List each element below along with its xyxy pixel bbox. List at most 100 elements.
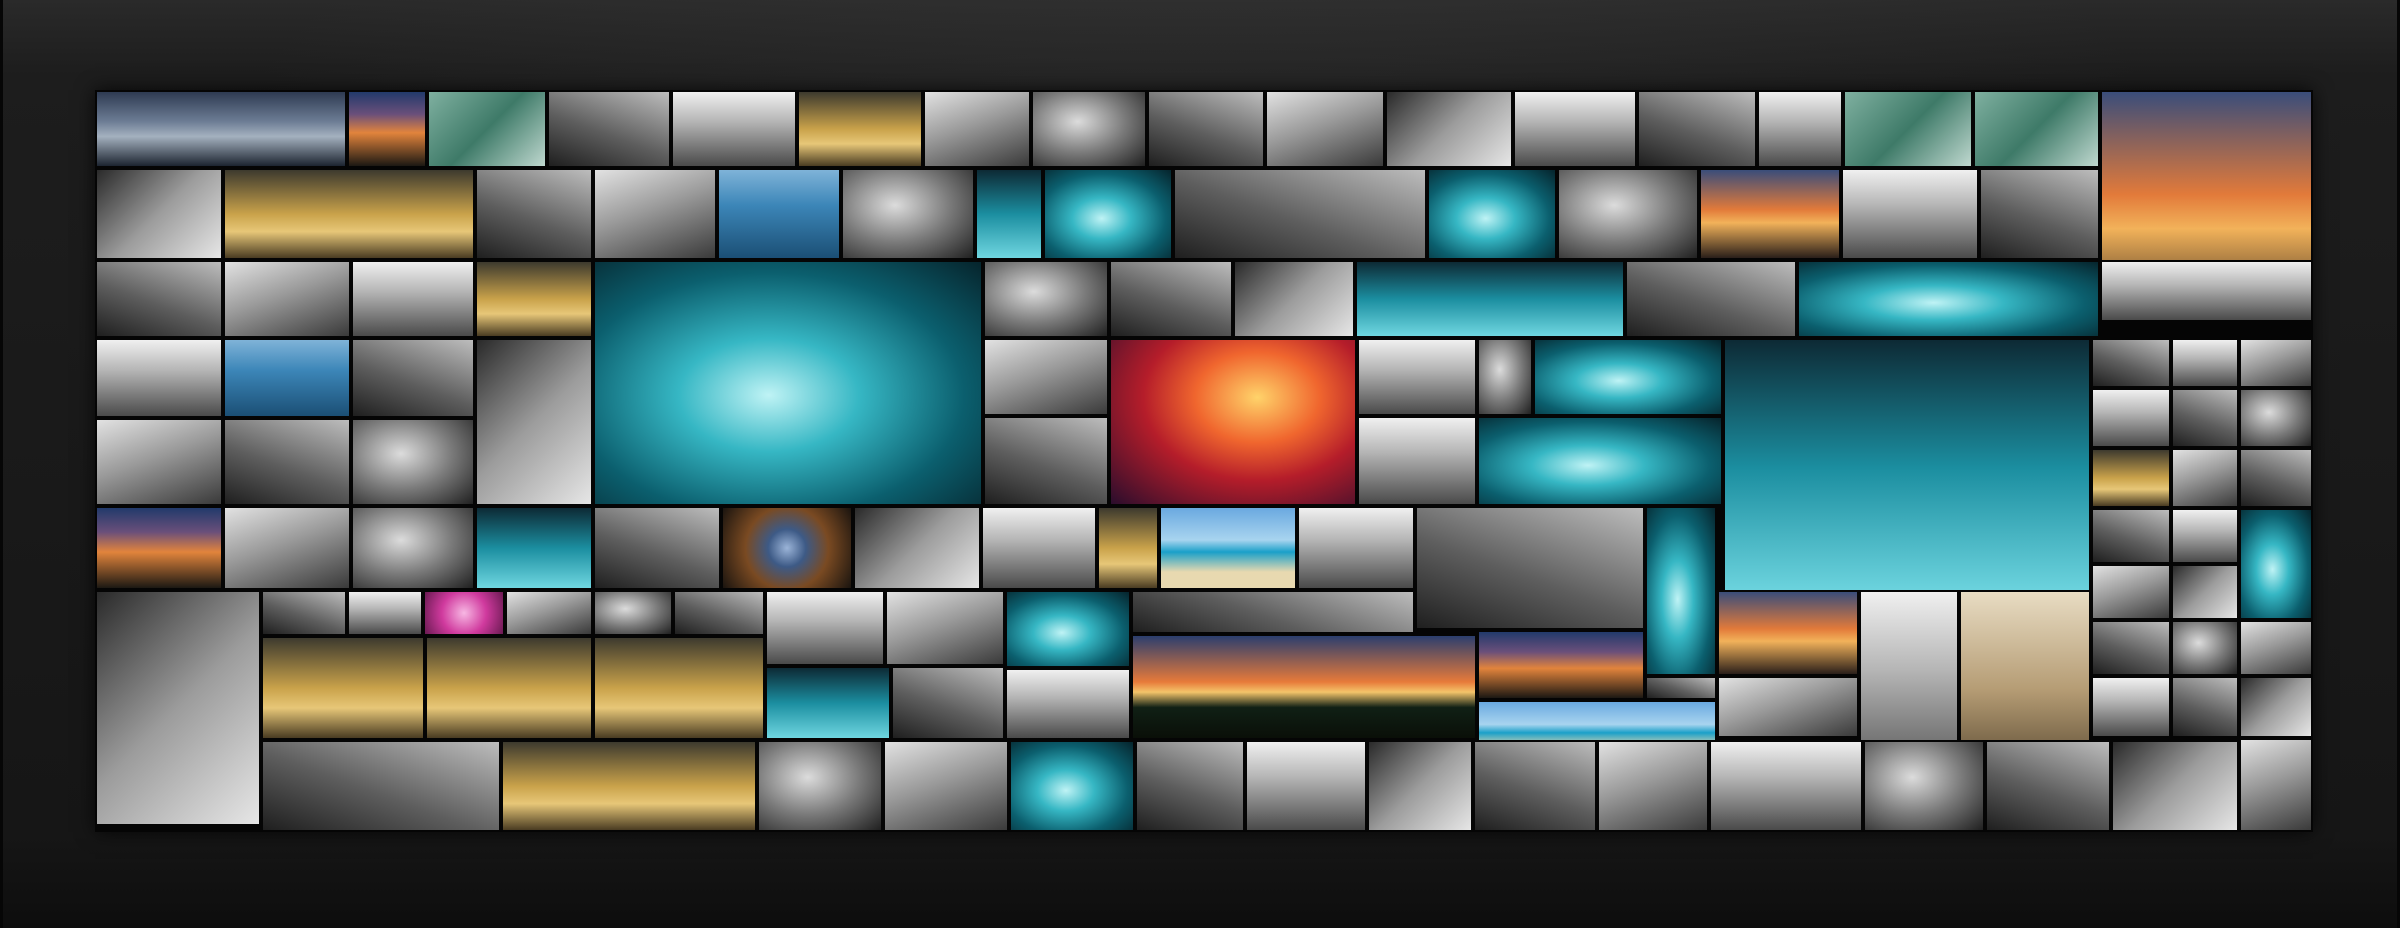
- photo-tile-large-teal-wave: [593, 260, 983, 506]
- photo-tile-bw-right-strip: [2100, 260, 2313, 322]
- photo-tile-bw-storm-wave: [1625, 260, 1797, 338]
- photo-tile-bw-swell: [505, 590, 593, 636]
- photo-tile-bw-small-c: [2239, 338, 2313, 388]
- photo-tile-bw-house: [1147, 90, 1265, 168]
- photo-tile-blue-barrel: [1797, 260, 2100, 338]
- photo-tile-bw-rock-islet: [223, 418, 351, 506]
- photo-tile-bw-barrel-small: [981, 506, 1097, 590]
- photo-tile-gold-wave-c: [593, 636, 765, 740]
- photo-tile-bw-lip: [593, 506, 721, 590]
- photo-tile-bw-small-j: [2171, 508, 2239, 564]
- photo-tile-sepia-curl: [475, 260, 593, 338]
- photo-tile-bw-banyan-arches: [95, 168, 223, 260]
- photo-tile-bw-big-tree: [1637, 90, 1757, 168]
- photo-tile-bw-palm-grove-tall: [95, 590, 261, 826]
- photo-tile-bw-twisted-tree: [95, 260, 223, 338]
- photo-tile-bw-palm-row: [1473, 740, 1597, 832]
- photo-tile-bw-small-p: [2091, 676, 2171, 738]
- photo-tile-bw-pier-mist: [95, 338, 223, 418]
- photo-tile-gold-wave-a: [261, 636, 425, 740]
- photo-tile-bw-small-f: [2239, 388, 2313, 448]
- photo-tile-bw-plant: [1233, 260, 1355, 338]
- photo-tile-teal-roller: [1533, 338, 1723, 416]
- photo-tile-bw-lineup: [1109, 260, 1233, 338]
- photo-tile-blue-shorebreak: [223, 338, 351, 418]
- photo-mosaic: [95, 90, 2313, 832]
- photo-tile-bw-small-a: [2091, 338, 2171, 388]
- photo-tile-bw-waves-rocks: [983, 338, 1109, 416]
- photo-tile-bw-small-r: [2239, 738, 2313, 832]
- photo-tile-aerial-beach: [1159, 506, 1297, 590]
- photo-tile-bw-small-d: [2091, 388, 2171, 448]
- photo-tile-bw-tide: [1717, 676, 1859, 738]
- photo-tile-bw-dead-tree: [1357, 338, 1477, 416]
- photo-tile-bw-wave-mid: [765, 590, 885, 666]
- photo-tile-bw-stormy-sea: [1985, 740, 2111, 832]
- photo-tile-bw-long-pier: [261, 740, 501, 832]
- photo-tile-bw-coast-road: [891, 666, 1005, 740]
- photo-tile-boat-sunset: [95, 506, 223, 590]
- photo-tile-bw-small-o: [2239, 620, 2313, 676]
- photo-tile-bw-small-q: [2239, 676, 2313, 738]
- photo-tile-blue-motion: [717, 168, 841, 260]
- photo-tile-bw-lone-tree: [593, 168, 717, 260]
- photo-tile-bw-hut: [1367, 740, 1473, 832]
- photo-tile-bw-coastline: [1597, 740, 1709, 832]
- photo-tile-bw-small-n: [2171, 620, 2239, 676]
- photo-tile-gold-curl-small: [1097, 506, 1159, 590]
- photo-tile-teal-wave: [1043, 168, 1173, 260]
- photo-tile-teal-pier: [2239, 508, 2313, 620]
- photo-tile-bw-sea-texture: [351, 418, 475, 506]
- photo-tile-bw-small-g: [2171, 448, 2239, 508]
- photo-tile-palm-sunset-panorama: [1131, 634, 1477, 740]
- photo-tile-teal-underwater: [475, 506, 593, 590]
- photo-tile-bw-palm-beach: [1385, 90, 1513, 168]
- photo-tile-bw-pier-walk: [883, 740, 1009, 832]
- photo-tile-bw-resort: [1709, 740, 1863, 832]
- photo-tile-bw-wave-hole: [475, 168, 593, 260]
- photo-tile-bw-whitewater: [853, 506, 981, 590]
- photo-tile-landscape-pier-dusk: [95, 90, 347, 168]
- photo-tile-bw-strip: [1645, 676, 1717, 700]
- photo-tile-teal-barrel-wide: [1477, 416, 1723, 506]
- photo-tile-bw-curl: [841, 168, 975, 260]
- collage-frame: [0, 0, 2400, 928]
- photo-tile-turtle-underwater: [1645, 506, 1717, 676]
- photo-tile-teal-blur: [975, 168, 1043, 260]
- photo-tile-bw-small-e: [2171, 388, 2239, 448]
- photo-tile-bw-rocks-mini: [673, 590, 765, 636]
- photo-tile-bw-wide-wave: [1173, 168, 1427, 260]
- photo-tile-bw-waterfall: [1979, 168, 2100, 260]
- photo-tile-bw-swash: [1357, 416, 1477, 506]
- photo-tile-bw-pier: [923, 90, 1031, 168]
- photo-tile-sepia-small: [2091, 448, 2171, 508]
- photo-tile-bw-small: [1477, 338, 1533, 416]
- photo-tile-bw-spray: [1557, 168, 1699, 260]
- photo-tile-bw-single-tree: [1841, 168, 1979, 260]
- photo-tile-teal-wave-wide: [1355, 260, 1625, 338]
- photo-tile-bw-small-l: [2171, 564, 2239, 620]
- photo-tile-bw-foam: [983, 416, 1109, 506]
- photo-tile-bw-tree-road: [757, 740, 883, 832]
- photo-tile-gold-blue-wave-large: [1723, 338, 2091, 598]
- photo-tile-nebula: [721, 506, 853, 590]
- photo-tile-teal-wave-bottom: [1009, 740, 1135, 832]
- photo-tile-bw-horizon: [885, 590, 1005, 666]
- photo-tile-bw-small-h: [2239, 448, 2313, 508]
- photo-tile-aerial-reef-2: [1973, 90, 2100, 168]
- photo-tile-bw-curl-tall: [475, 338, 593, 506]
- photo-tile-pier-sunset: [1699, 168, 1841, 260]
- photo-tile-teal-wave-mid: [1005, 590, 1131, 668]
- photo-tile-bw-cliffs: [223, 260, 351, 338]
- photo-tile-bw-long-wave: [1131, 590, 1415, 634]
- photo-tile-wave-barrel-gold: [223, 168, 475, 260]
- photo-tile-gold-wave-wide: [501, 740, 757, 832]
- photo-tile-bw-cottage: [1513, 90, 1637, 168]
- photo-tile-bw-dolphins: [1297, 506, 1415, 590]
- photo-tile-bw-acacia: [95, 418, 223, 506]
- photo-tile-underwater-rays: [1427, 168, 1557, 260]
- photo-tile-bw-cliff-bay: [2111, 740, 2239, 832]
- photo-tile-wave-gold: [797, 90, 923, 168]
- photo-tile-bw-stream: [1245, 740, 1367, 832]
- photo-tile-bw-mini: [593, 590, 673, 636]
